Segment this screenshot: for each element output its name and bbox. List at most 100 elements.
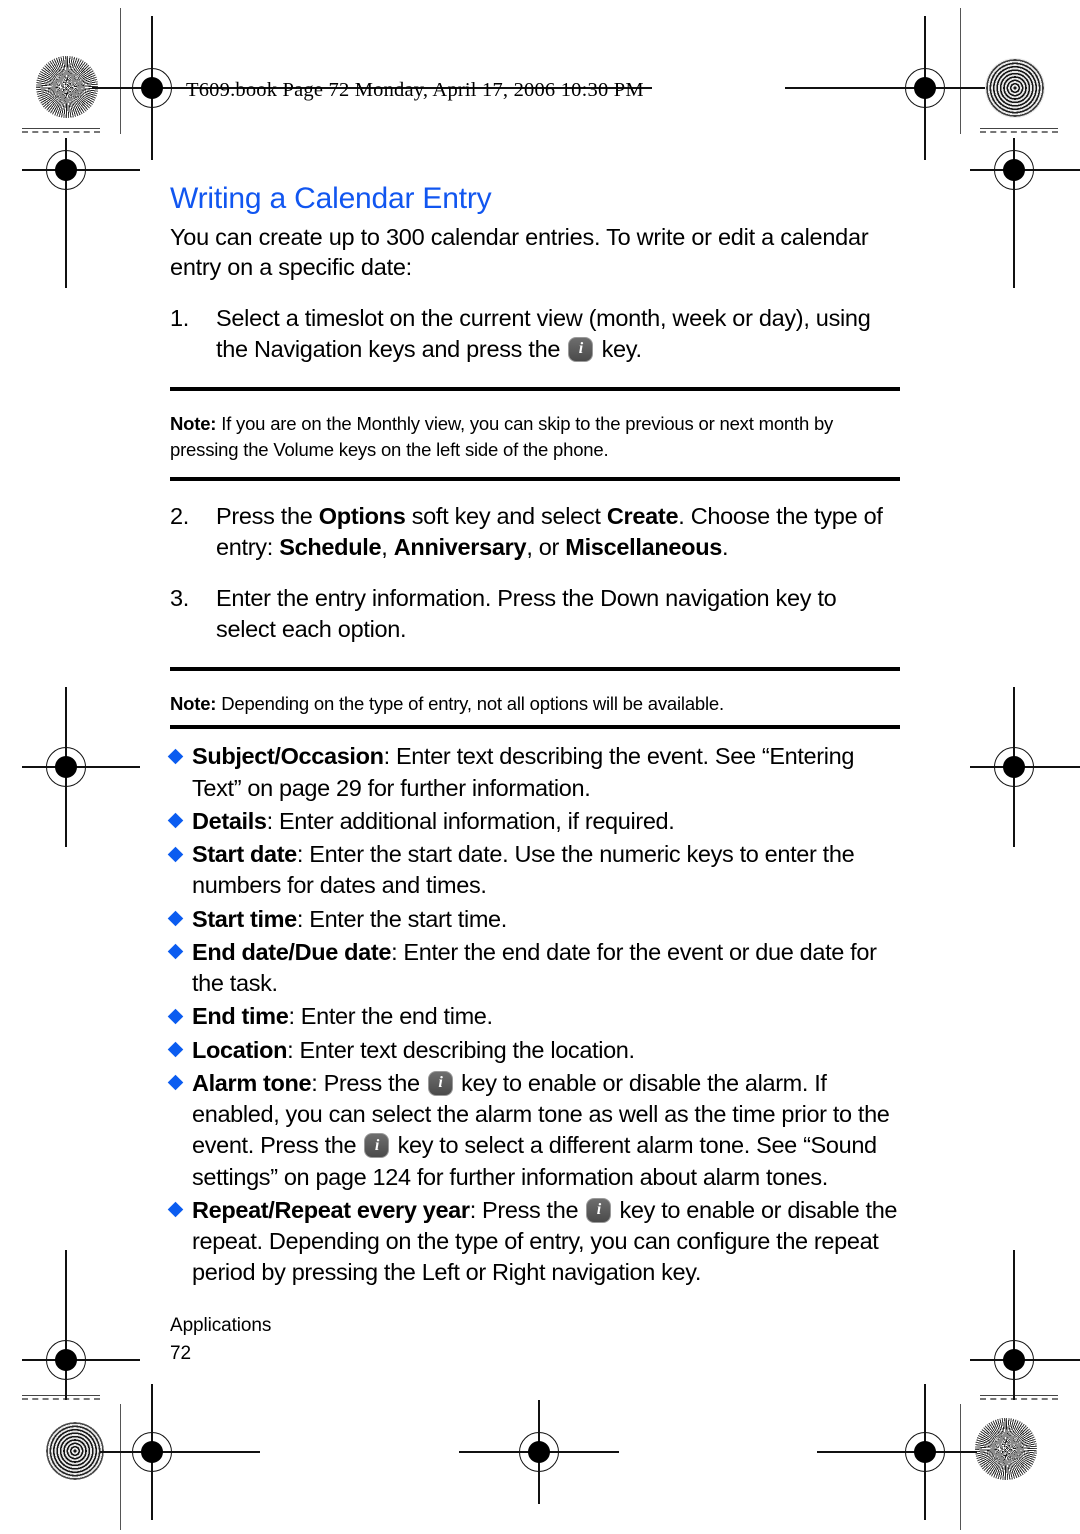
bullet-text: Details: Enter additional information, i… <box>192 807 675 834</box>
entry-field-bullet-list: Subject/Occasion: Enter text describing … <box>167 741 900 1289</box>
registration-target-lower-left <box>22 1250 140 1400</box>
emphasis-term: Anniversary <box>393 534 527 561</box>
trim-guide-vertical-right-top <box>960 8 961 134</box>
edge-rule-top-right <box>980 128 1058 129</box>
dashed-guide-top-right <box>980 131 1058 133</box>
edge-rule-bottom-right <box>980 1395 1058 1396</box>
registration-target-upper-left <box>22 138 140 288</box>
diamond-bullet-icon <box>167 1041 184 1058</box>
moire-rosette-bottom-left <box>46 1422 104 1480</box>
bullet-text: Location: Enter text describing the loca… <box>192 1036 635 1063</box>
bullet-text: Start time: Enter the start time. <box>192 905 507 932</box>
emphasis-term: Repeat/Repeat every year <box>192 1196 470 1223</box>
star-rosette-top-left <box>36 56 98 118</box>
trim-guide-vertical-left-top <box>120 8 121 134</box>
page-header-filename-stamp: T609.book Page 72 Monday, April 17, 2006… <box>186 79 644 101</box>
note-block-1: Note: If you are on the Monthly view, yo… <box>170 386 900 482</box>
registration-target-upper-right <box>970 138 1080 288</box>
bullet-list-item: Details: Enter additional information, i… <box>167 806 900 837</box>
note-body-1: If you are on the Monthly view, you can … <box>170 412 834 460</box>
step-text: Press the Options soft key and select Cr… <box>216 503 883 561</box>
registration-target-mid-right <box>970 687 1080 847</box>
diamond-bullet-icon <box>167 1202 184 1218</box>
diamond-bullet-icon <box>167 748 184 765</box>
step-number: 2. <box>170 503 189 530</box>
registration-target-mid-left <box>22 687 140 847</box>
diamond-bullet-icon <box>167 1075 184 1091</box>
registration-target-footer-left <box>100 1384 260 1520</box>
emphasis-term: Options <box>318 503 406 530</box>
moire-rosette-top-right <box>985 58 1045 118</box>
emphasis-term: Miscellaneous <box>565 534 723 561</box>
procedure-steps-group-2: 2. Press the Options soft key and select… <box>170 501 900 645</box>
emphasis-term: Details <box>192 807 267 834</box>
bullet-list-item: Start date: Enter the start date. Use th… <box>167 839 900 902</box>
emphasis-term: Start date <box>192 841 297 868</box>
note-text-2: Note: Depending on the type of entry, no… <box>170 691 900 717</box>
note-label-2: Note: <box>170 693 217 715</box>
note-label-1: Note: <box>170 412 217 434</box>
step-text: Select a timeslot on the current view (m… <box>216 305 871 362</box>
page-content: Writing a Calendar Entry You can create … <box>167 180 900 1289</box>
registration-target-footer-center <box>459 1400 619 1504</box>
bullet-list-item: Subject/Occasion: Enter text describing … <box>167 741 900 804</box>
step-text: Enter the entry information. Press the D… <box>216 585 837 643</box>
emphasis-term: Create <box>606 503 679 530</box>
bullet-list-item: Location: Enter text describing the loca… <box>167 1035 900 1066</box>
registration-target-header-left <box>92 16 652 160</box>
emphasis-term: Schedule <box>279 534 382 561</box>
bullet-text: Subject/Occasion: Enter text describing … <box>192 743 855 801</box>
emphasis-term: Alarm tone <box>192 1069 312 1096</box>
bullet-text: End time: Enter the end time. <box>192 1003 493 1030</box>
step-number: 1. <box>170 304 189 331</box>
diamond-bullet-icon <box>167 1008 184 1025</box>
bullet-list-item: Repeat/Repeat every year: Press the key … <box>167 1195 900 1289</box>
select-key-icon <box>364 1133 390 1159</box>
diamond-bullet-icon <box>167 910 184 927</box>
registration-target-lower-right <box>970 1250 1080 1400</box>
page-footer: Applications 72 <box>170 1312 271 1367</box>
bullet-list-item: End time: Enter the end time. <box>167 1001 900 1032</box>
step-item-1: 1. Select a timeslot on the current view… <box>170 303 900 365</box>
edge-rule-bottom-left <box>22 1395 100 1396</box>
step-item-2: 2. Press the Options soft key and select… <box>170 501 900 563</box>
select-key-icon <box>568 336 594 362</box>
emphasis-term: End date/Due date <box>192 938 392 965</box>
intro-paragraph: You can create up to 300 calendar entrie… <box>170 223 869 281</box>
dashed-guide-top-left <box>22 131 100 133</box>
select-key-icon <box>586 1197 612 1223</box>
bullet-text: Repeat/Repeat every year: Press the key … <box>192 1197 897 1286</box>
trim-guide-vertical-right-bottom <box>960 1404 961 1530</box>
star-rosette-bottom-right <box>975 1418 1037 1480</box>
diamond-bullet-icon <box>167 846 184 862</box>
registration-target-footer-right <box>817 1384 977 1520</box>
footer-page-number: 72 <box>170 1342 191 1364</box>
trim-guide-vertical-left-bottom <box>120 1404 121 1530</box>
bullet-list-item: End date/Due date: Enter the end date fo… <box>167 937 900 1000</box>
step-number: 3. <box>170 585 189 612</box>
diamond-bullet-icon <box>167 944 184 960</box>
edge-rule-top-left <box>22 128 100 129</box>
emphasis-term: End time <box>192 1003 289 1030</box>
footer-section-name: Applications <box>170 1315 272 1336</box>
bullet-list-item: Start time: Enter the start time. <box>167 904 900 935</box>
bullet-text: Alarm tone: Press the key to enable or d… <box>192 1070 890 1190</box>
document-page: T609.book Page 72 Monday, April 17, 2006… <box>0 0 1080 1534</box>
bullet-list-item: Alarm tone: Press the key to enable or d… <box>167 1068 900 1193</box>
emphasis-term: Location <box>192 1036 288 1063</box>
diamond-bullet-icon <box>167 813 184 829</box>
dashed-guide-bottom-right <box>980 1398 1058 1400</box>
emphasis-term: Subject/Occasion <box>192 743 384 770</box>
dashed-guide-bottom-left <box>22 1398 100 1400</box>
note-body-2: Depending on the type of entry, not all … <box>216 693 724 715</box>
select-key-icon <box>427 1070 453 1096</box>
emphasis-term: Start time <box>192 905 297 932</box>
bullet-text: Start date: Enter the start date. Use th… <box>192 841 855 899</box>
step-item-3: 3. Enter the entry information. Press th… <box>170 583 900 645</box>
note-text-1: Note: If you are on the Monthly view, yo… <box>170 411 900 464</box>
page-title: Writing a Calendar Entry <box>170 182 492 215</box>
note-block-2: Note: Depending on the type of entry, no… <box>170 667 900 730</box>
registration-target-header-right <box>785 16 985 160</box>
bullet-text: End date/Due date: Enter the end date fo… <box>192 938 877 997</box>
procedure-steps-group-1: 1. Select a timeslot on the current view… <box>170 303 900 365</box>
